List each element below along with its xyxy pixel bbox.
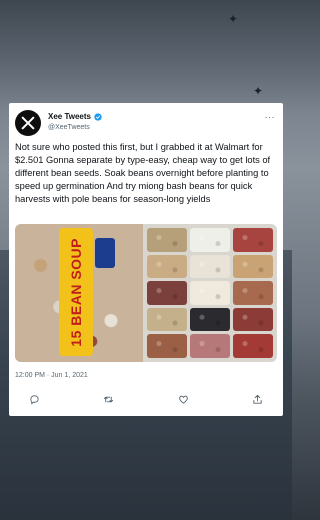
bean-bag-cell xyxy=(147,334,187,358)
x-logo-icon xyxy=(21,116,35,130)
sorted-bean-bags xyxy=(143,224,277,362)
bean-bag-cell xyxy=(147,254,187,279)
bean-bag-cell xyxy=(233,307,273,332)
bean-bag-cell xyxy=(147,281,187,305)
avatar[interactable] xyxy=(15,110,41,136)
reply-icon xyxy=(30,395,39,405)
bean-bag-label: 15 BEAN SOUP xyxy=(59,228,93,356)
verified-badge-icon xyxy=(94,112,102,121)
bean-bag-photo: 15 BEAN SOUP xyxy=(15,224,143,362)
share-icon xyxy=(253,394,262,404)
bean-bag-cell xyxy=(147,228,187,252)
tweet-text: Not sure who posted this first, but I gr… xyxy=(15,142,271,204)
bean-bag-cell xyxy=(233,254,273,279)
heart-icon xyxy=(178,395,188,404)
tweet-card[interactable]: Xee Tweets @XeeTweets ··· Not sure who p… xyxy=(9,103,283,416)
bean-bag-cell xyxy=(190,307,230,332)
tweet-photo[interactable]: 15 BEAN SOUP xyxy=(15,224,277,362)
bean-bag-cell xyxy=(190,334,230,358)
name-line: Xee Tweets xyxy=(48,112,102,121)
tweet-header: Xee Tweets @XeeTweets ··· xyxy=(15,110,277,136)
tweet-actions xyxy=(29,392,263,410)
retweet-button[interactable] xyxy=(103,392,114,410)
display-name[interactable]: Xee Tweets xyxy=(48,112,91,121)
bean-bag-brand-tag xyxy=(95,238,115,268)
user-handle[interactable]: @XeeTweets xyxy=(48,124,90,131)
bird-silhouette: ✦ xyxy=(228,12,239,26)
bird-silhouette: ✦ xyxy=(253,84,264,98)
bean-bag-cell xyxy=(190,254,230,279)
tweet-timestamp[interactable]: 12:00 PM · Jun 1, 2021 xyxy=(15,372,88,379)
share-button[interactable] xyxy=(252,392,263,410)
like-button[interactable] xyxy=(178,392,189,410)
bean-bag-cell xyxy=(147,307,187,332)
bean-bag-cell xyxy=(233,228,273,252)
more-options-button[interactable]: ··· xyxy=(265,112,276,122)
reply-button[interactable] xyxy=(29,392,40,410)
bean-bag-cell xyxy=(190,228,230,252)
bean-bag-cell xyxy=(190,281,230,305)
bean-bag-cell xyxy=(233,334,273,358)
bean-bag-cell xyxy=(233,281,273,305)
retweet-icon xyxy=(104,396,114,403)
bean-bag-label-text: 15 BEAN SOUP xyxy=(68,237,84,347)
